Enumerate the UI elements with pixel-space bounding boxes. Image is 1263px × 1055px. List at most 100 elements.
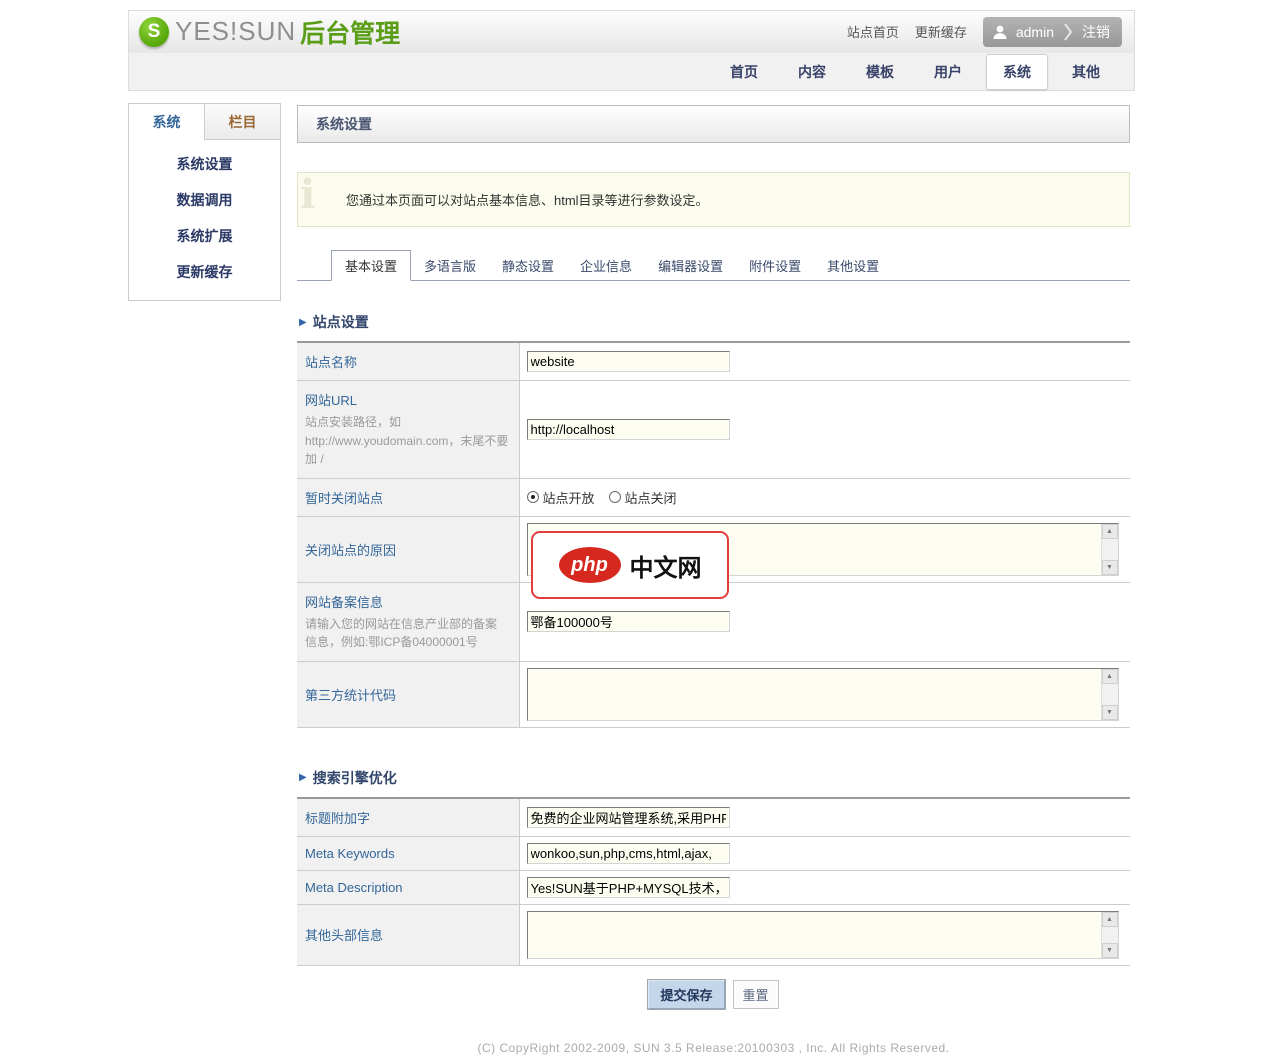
scroll-up-icon[interactable]: ▲ <box>1102 912 1118 927</box>
scroll-up-icon[interactable]: ▲ <box>1102 524 1118 539</box>
row-site-url: 网站URL 站点安装路径，如 http://www.youdomain.com，… <box>297 381 1130 479</box>
logout-link[interactable]: 注销 <box>1082 22 1110 42</box>
radio-site-open[interactable]: 站点开放 <box>527 488 595 507</box>
row-other-head: 其他头部信息 ▲▼ <box>297 904 1130 965</box>
page-title: 系统设置 <box>297 105 1130 143</box>
site-close-radios: 站点开放 站点关闭 <box>527 486 1121 509</box>
tab-multilanguage[interactable]: 多语言版 <box>411 251 489 280</box>
nav-item-system[interactable]: 系统 <box>986 54 1048 90</box>
logo-brand-text: YES!SUN <box>175 16 296 47</box>
site-close-label: 暂时关闭站点 <box>305 488 509 507</box>
radio-selected-icon <box>527 491 539 503</box>
radio-unselected-icon <box>609 491 621 503</box>
header-right: 站点首页 更新缓存 admin 注销 <box>847 17 1122 47</box>
tab-editor-settings[interactable]: 编辑器设置 <box>645 251 736 280</box>
nav-item-home[interactable]: 首页 <box>714 55 774 89</box>
sidebar-item-system-settings[interactable]: 系统设置 <box>129 146 280 182</box>
tab-other-settings[interactable]: 其他设置 <box>814 251 892 280</box>
section-title: 站点设置 <box>313 312 369 332</box>
sidebar: 系统 栏目 系统设置 数据调用 系统扩展 更新缓存 <box>128 103 281 301</box>
info-text: 您通过本页面可以对站点基本信息、html目录等进行参数设定。 <box>346 190 709 209</box>
php-logo-icon: php <box>559 547 621 583</box>
reset-button[interactable]: 重置 <box>733 980 779 1009</box>
scroll-down-icon[interactable]: ▼ <box>1102 943 1118 958</box>
section-header-seo: ▶ 搜索引擎优化 <box>299 768 1130 788</box>
nav-item-template[interactable]: 模板 <box>850 55 910 89</box>
refresh-cache-link[interactable]: 更新缓存 <box>915 22 967 41</box>
site-url-input[interactable] <box>527 419 730 440</box>
sidebar-menu: 系统设置 数据调用 系统扩展 更新缓存 <box>129 140 280 300</box>
site-name-input[interactable] <box>527 351 730 372</box>
nav-item-content[interactable]: 内容 <box>782 55 842 89</box>
tab-attachment-settings[interactable]: 附件设置 <box>736 251 814 280</box>
settings-tabs: 基本设置 多语言版 静态设置 企业信息 编辑器设置 附件设置 其他设置 <box>297 250 1130 281</box>
meta-description-label: Meta Description <box>305 880 509 895</box>
radio-closed-label: 站点关闭 <box>625 488 677 507</box>
title-suffix-label: 标题附加字 <box>305 808 509 827</box>
logo-ball-icon: S <box>139 17 169 47</box>
user-badge: admin 注销 <box>983 17 1122 47</box>
tab-company-info[interactable]: 企业信息 <box>567 251 645 280</box>
button-row: 提交保存 重置 <box>297 980 1130 1009</box>
icp-input[interactable] <box>527 611 730 632</box>
php-cn-watermark: php 中文网 <box>531 531 729 599</box>
chevron-right-icon <box>1063 22 1073 42</box>
site-home-link[interactable]: 站点首页 <box>847 22 899 41</box>
scrollbar[interactable]: ▲▼ <box>1101 669 1118 720</box>
user-icon <box>991 23 1009 41</box>
page-container: S YES!SUN 后台管理 站点首页 更新缓存 admin 注销 首页 内容 … <box>128 10 1135 1055</box>
sidebar-tabs: 系统 栏目 <box>129 104 280 140</box>
close-reason-label: 关闭站点的原因 <box>305 540 509 559</box>
meta-description-input[interactable] <box>527 877 730 898</box>
seo-table: 标题附加字 Meta Keywords Meta Description 其他头… <box>297 797 1130 966</box>
scrollbar[interactable]: ▲▼ <box>1101 524 1118 575</box>
logo: S YES!SUN 后台管理 <box>139 14 400 50</box>
info-box: i 您通过本页面可以对站点基本信息、html目录等进行参数设定。 <box>297 172 1130 227</box>
content: 系统 栏目 系统设置 数据调用 系统扩展 更新缓存 系统设置 i 您通过本页面可… <box>128 91 1135 1055</box>
sidebar-item-data-call[interactable]: 数据调用 <box>129 182 280 218</box>
scroll-down-icon[interactable]: ▼ <box>1102 560 1118 575</box>
stats-code-label: 第三方统计代码 <box>305 685 509 704</box>
site-name-label: 站点名称 <box>305 352 509 371</box>
icp-label: 网站备案信息 <box>305 592 509 611</box>
row-site-close: 暂时关闭站点 站点开放 站点关闭 <box>297 478 1130 516</box>
row-site-name: 站点名称 <box>297 342 1130 381</box>
sidebar-item-refresh-cache[interactable]: 更新缓存 <box>129 254 280 290</box>
watermark-text: 中文网 <box>630 548 702 583</box>
footer-copyright: (C) CopyRight 2002-2009, SUN 3.5 Release… <box>297 1041 1130 1055</box>
other-head-label: 其他头部信息 <box>305 925 509 944</box>
sidebar-tab-system[interactable]: 系统 <box>129 104 204 140</box>
section-header-site-settings: ▶ 站点设置 <box>299 312 1130 332</box>
sidebar-tab-column[interactable]: 栏目 <box>204 104 280 139</box>
row-stats-code: 第三方统计代码 ▲▼ <box>297 661 1130 727</box>
other-head-textarea[interactable]: ▲▼ <box>527 911 1119 959</box>
radio-site-closed[interactable]: 站点关闭 <box>609 488 677 507</box>
top-nav: 首页 内容 模板 用户 系统 其他 <box>128 52 1135 91</box>
meta-keywords-input[interactable] <box>527 843 730 864</box>
tab-static-settings[interactable]: 静态设置 <box>489 251 567 280</box>
sidebar-item-system-extend[interactable]: 系统扩展 <box>129 218 280 254</box>
scroll-up-icon[interactable]: ▲ <box>1102 669 1118 684</box>
section-arrow-icon: ▶ <box>299 772 307 783</box>
row-meta-keywords: Meta Keywords <box>297 836 1130 870</box>
header: S YES!SUN 后台管理 站点首页 更新缓存 admin 注销 <box>128 10 1135 52</box>
row-meta-description: Meta Description <box>297 870 1130 904</box>
stats-code-textarea[interactable]: ▲▼ <box>527 668 1119 721</box>
scroll-down-icon[interactable]: ▼ <box>1102 705 1118 720</box>
radio-open-label: 站点开放 <box>543 488 595 507</box>
scrollbar[interactable]: ▲▼ <box>1101 912 1118 958</box>
section-title: 搜索引擎优化 <box>313 768 397 788</box>
site-url-label: 网站URL <box>305 390 509 409</box>
row-title-suffix: 标题附加字 <box>297 798 1130 837</box>
title-suffix-input[interactable] <box>527 807 730 828</box>
tab-basic-settings[interactable]: 基本设置 <box>331 250 411 281</box>
username: admin <box>1016 24 1054 40</box>
submit-save-button[interactable]: 提交保存 <box>648 980 724 1009</box>
nav-item-other[interactable]: 其他 <box>1056 55 1116 89</box>
info-icon: i <box>300 175 315 215</box>
section-arrow-icon: ▶ <box>299 317 307 328</box>
logo-suffix-text: 后台管理 <box>300 14 400 50</box>
site-url-hint: 站点安装路径，如 http://www.youdomain.com，末尾不要加 … <box>305 413 509 469</box>
meta-keywords-label: Meta Keywords <box>305 846 509 861</box>
nav-item-user[interactable]: 用户 <box>918 55 978 89</box>
